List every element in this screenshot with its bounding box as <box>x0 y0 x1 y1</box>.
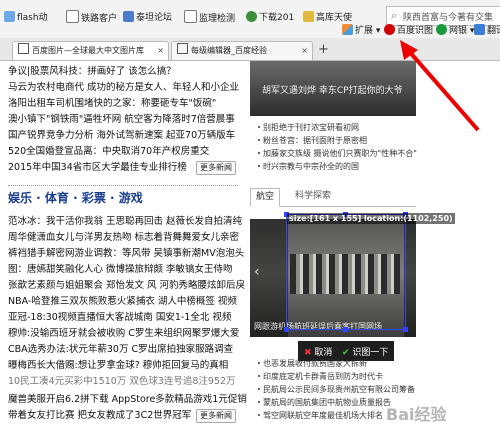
annotation-arrow <box>400 40 480 132</box>
arrow-shaft <box>406 48 480 132</box>
